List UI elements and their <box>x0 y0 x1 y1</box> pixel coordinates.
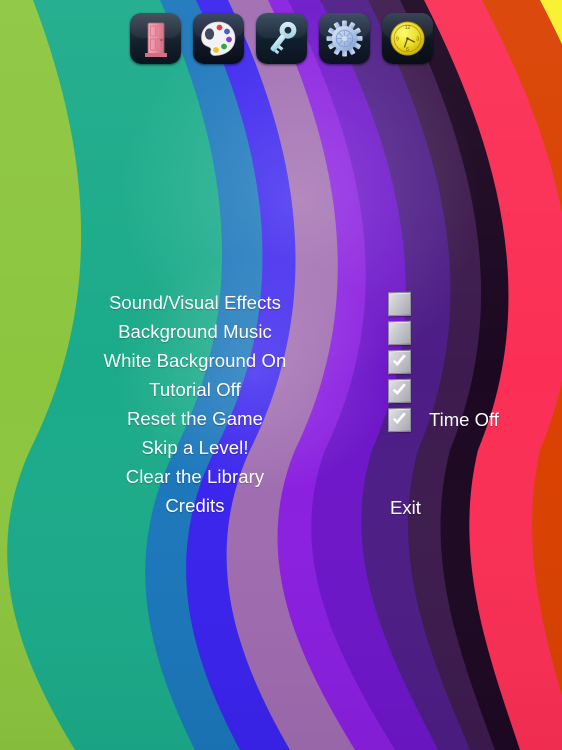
checkbox-row <box>388 318 411 347</box>
menu-label: Reset the Game <box>126 408 264 430</box>
checkbox-sound-visual-effects[interactable] <box>388 291 411 316</box>
palette-icon[interactable] <box>192 13 244 64</box>
menu-label: Background Music <box>118 321 272 343</box>
checkbox-tutorial-off[interactable] <box>388 378 411 403</box>
menu-label: Credits <box>165 495 225 517</box>
options-screen: 12 3 6 9 Sound/Visual Effects Background… <box>0 0 562 750</box>
checkbox-row <box>388 405 411 434</box>
checkbox-background-music[interactable] <box>388 320 411 345</box>
menu-item-white-background-on[interactable]: White Background On <box>0 347 390 376</box>
menu-label: White Background On <box>103 350 287 372</box>
gear-icon[interactable] <box>318 13 370 64</box>
menu-label: Clear the Library <box>125 466 265 488</box>
top-icon-bar: 12 3 6 9 <box>0 13 562 65</box>
time-off-label[interactable]: Time Off <box>429 410 499 430</box>
menu-label: Sound/Visual Effects <box>108 292 282 314</box>
key-icon[interactable] <box>255 13 307 64</box>
menu-label: Tutorial Off <box>149 379 241 401</box>
checkbox-row <box>388 289 411 318</box>
menu-item-clear-the-library[interactable]: Clear the Library <box>0 463 390 492</box>
menu-item-credits[interactable]: Credits <box>0 492 390 521</box>
menu-item-sound-visual-effects[interactable]: Sound/Visual Effects <box>0 289 390 318</box>
checkbox-reset-the-game[interactable] <box>388 407 411 432</box>
exit-button[interactable]: Exit <box>390 498 421 518</box>
options-menu: Sound/Visual Effects Background Music Wh… <box>0 289 390 521</box>
checkbox-column <box>388 289 411 434</box>
menu-item-reset-the-game[interactable]: Reset the Game <box>0 405 390 434</box>
menu-item-skip-a-level[interactable]: Skip a Level! <box>0 434 390 463</box>
checkbox-white-background-on[interactable] <box>388 349 411 374</box>
menu-item-tutorial-off[interactable]: Tutorial Off <box>0 376 390 405</box>
door-icon[interactable] <box>129 13 181 64</box>
checkbox-row <box>388 347 411 376</box>
clock-icon[interactable]: 12 3 6 9 <box>381 13 433 64</box>
menu-item-background-music[interactable]: Background Music <box>0 318 390 347</box>
menu-label: Skip a Level! <box>141 437 249 459</box>
checkbox-row <box>388 376 411 405</box>
svg-text:6: 6 <box>406 47 409 53</box>
